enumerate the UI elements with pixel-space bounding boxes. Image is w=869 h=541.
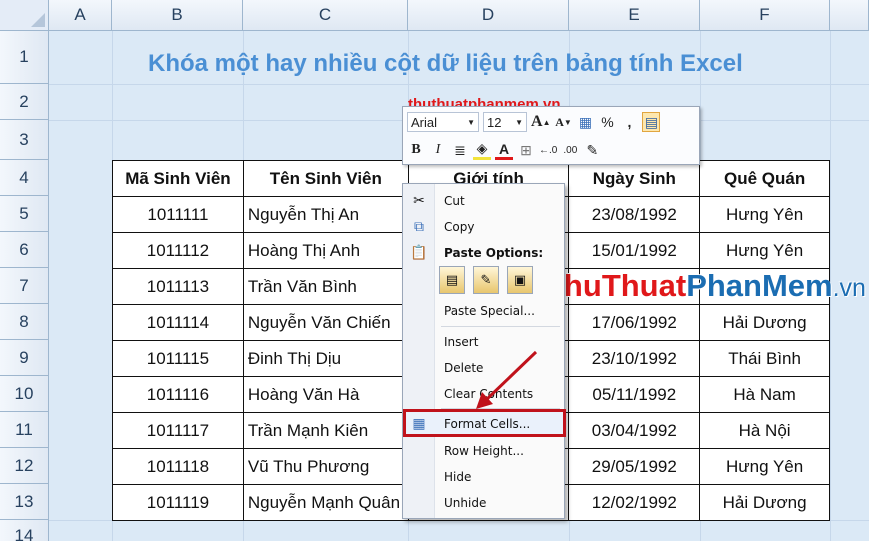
annotation-arrow-layer	[476, 350, 538, 409]
spreadsheet[interactable]: A B C D E F 1 2 3 4 5 6 7 8 9 10 11 12 1…	[0, 0, 869, 541]
annotation-arrow-icon	[484, 350, 538, 402]
